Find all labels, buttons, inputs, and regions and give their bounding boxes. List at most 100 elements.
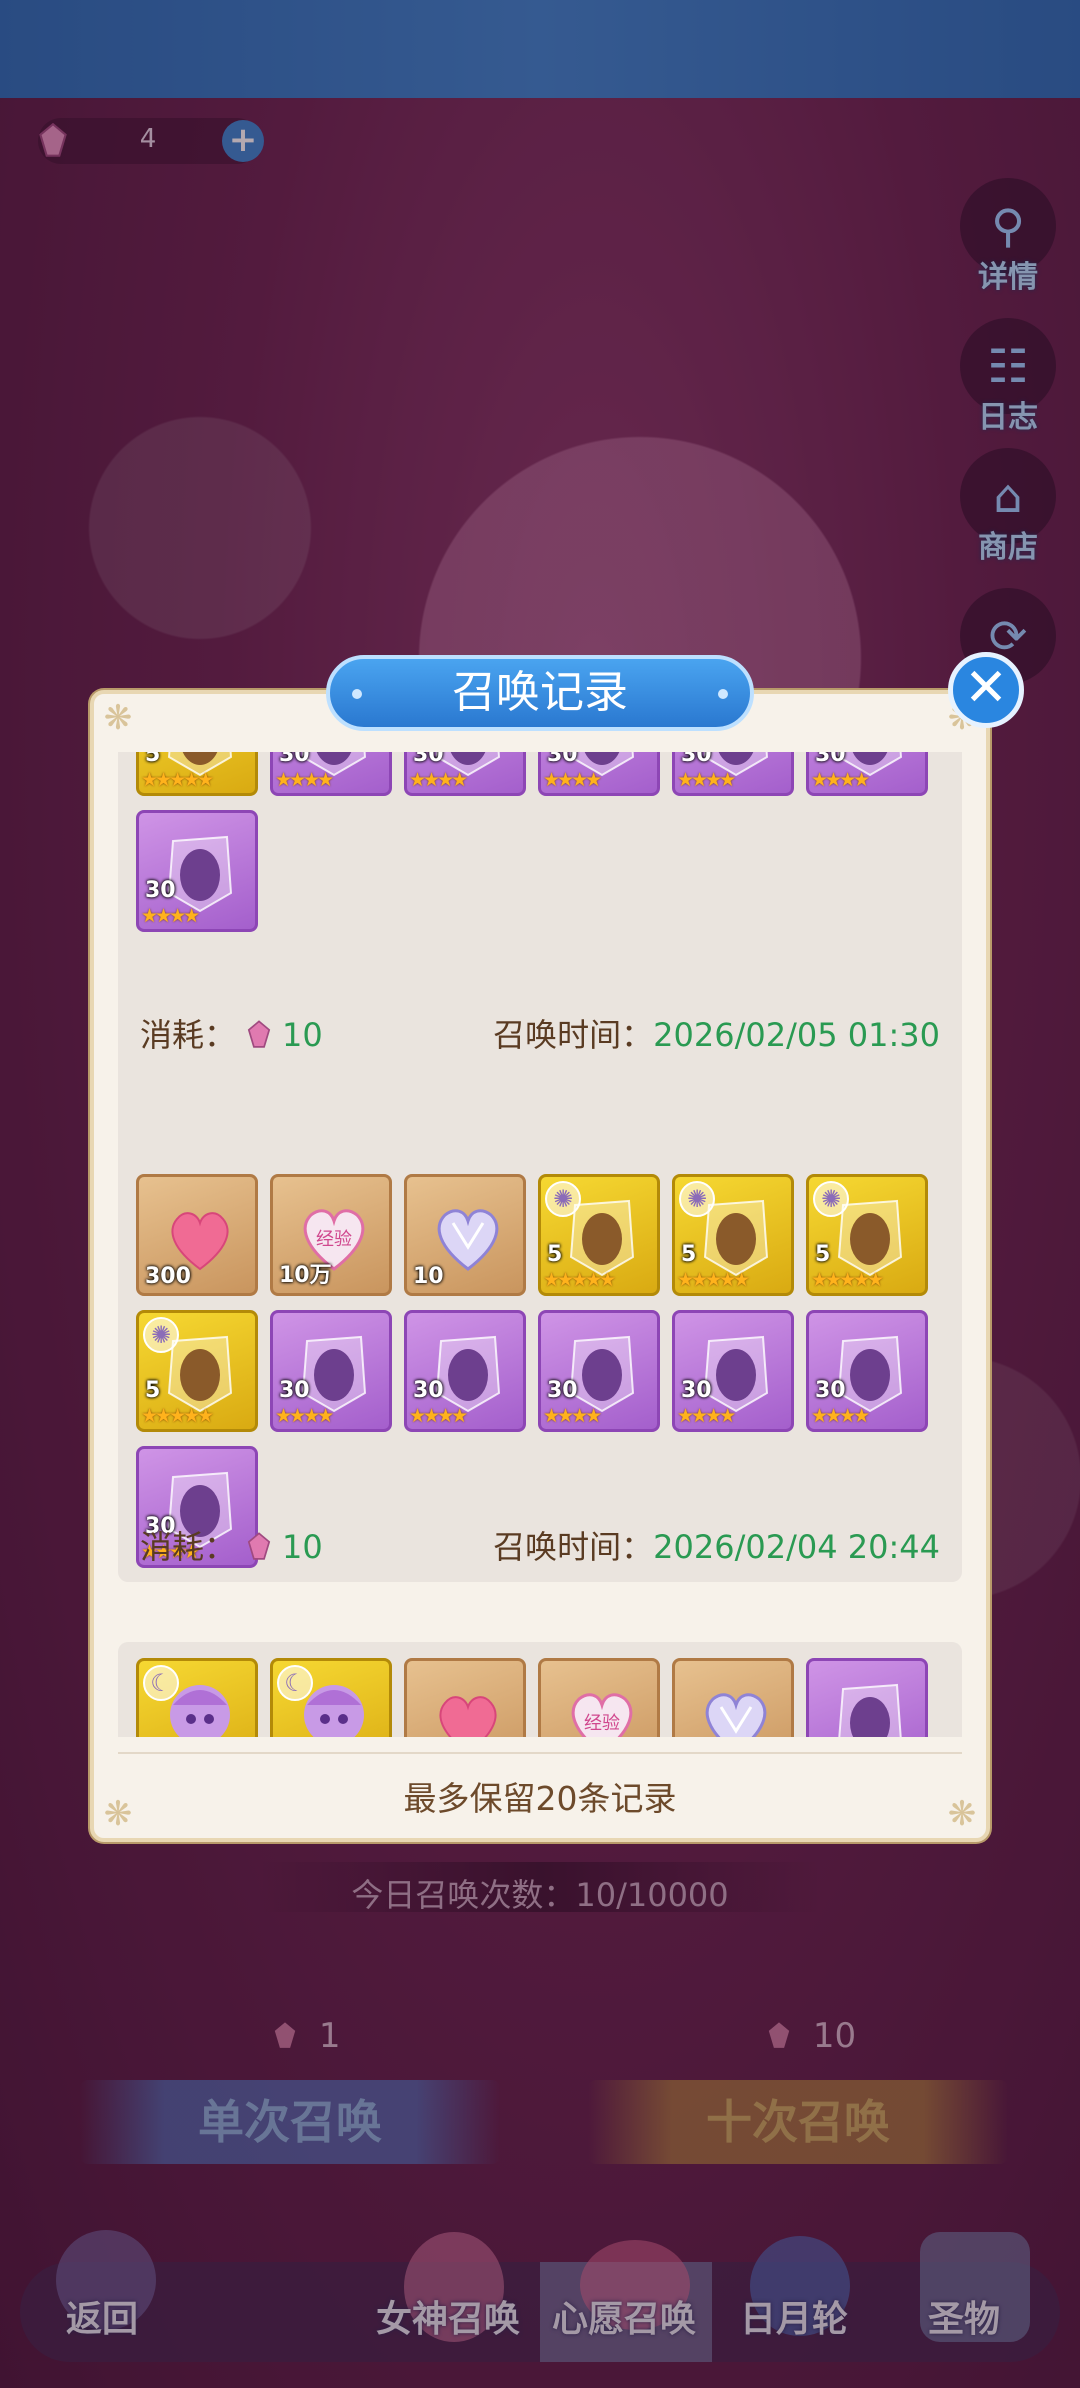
fragment-icon bbox=[297, 1327, 371, 1417]
reward-item-fragment[interactable]: 30 ★★★★ bbox=[404, 1310, 526, 1432]
star-rating: ★★★★ bbox=[543, 769, 602, 791]
reward-item-fragment[interactable]: 30 ★★★★ bbox=[806, 1310, 928, 1432]
star-rating: ★★★★ bbox=[141, 905, 200, 927]
pink-gem-icon bbox=[247, 1532, 271, 1560]
star-rating: ★★★★ bbox=[677, 1405, 736, 1427]
close-button[interactable]: ✕ bbox=[948, 652, 1024, 728]
cost-label: 消耗： bbox=[140, 1016, 237, 1054]
dialog-title-text: 召唤记录 bbox=[452, 667, 628, 718]
star-rating: ★★★★★ bbox=[141, 769, 214, 791]
item-quantity: 5 bbox=[145, 1378, 161, 1403]
cost-value: 10 bbox=[282, 1528, 323, 1566]
item-quantity: 30 bbox=[681, 1378, 712, 1403]
star-rating: ★★★★ bbox=[409, 769, 468, 791]
item-quantity: 30 bbox=[815, 1378, 846, 1403]
sun-badge-icon: ✺ bbox=[545, 1181, 581, 1217]
cost-value: 10 bbox=[282, 1016, 323, 1054]
exp-heart-icon: 经验 bbox=[565, 1675, 639, 1737]
reward-item-fragment[interactable]: ✺ 5 ★★★★★ bbox=[538, 1174, 660, 1296]
cost-label: 消耗： bbox=[140, 1528, 237, 1566]
star-rating: ★★★★ bbox=[811, 1405, 870, 1427]
reward-item-fragment[interactable]: 30 ★★★★ bbox=[404, 752, 526, 796]
item-quantity: 30 bbox=[413, 752, 444, 767]
moon-badge-icon: ☾ bbox=[277, 1665, 313, 1701]
item-quantity: 30 bbox=[815, 752, 846, 767]
reward-item-fragment[interactable]: 30 ★★★★ bbox=[270, 1310, 392, 1432]
item-quantity: 5 bbox=[815, 1242, 831, 1267]
item-quantity: 30 bbox=[279, 752, 310, 767]
record-card: ☾1☾1 经验 bbox=[118, 1642, 962, 1737]
reward-item-character[interactable]: ☾1 bbox=[136, 1658, 258, 1737]
star-rating: ★★★★ bbox=[275, 769, 334, 791]
star-rating: ★★★★★ bbox=[141, 1405, 214, 1427]
reward-item-fragment[interactable]: ✺ 5 ★★★★★ bbox=[136, 1310, 258, 1432]
dialog-title: 召唤记录 bbox=[326, 655, 754, 731]
star-rating: ★★★★ bbox=[811, 769, 870, 791]
item-quantity: 5 bbox=[681, 1242, 697, 1267]
reward-item-fragment[interactable]: 30 ★★★★ bbox=[270, 752, 392, 796]
record-cost: 消耗： 10 bbox=[140, 1010, 323, 1056]
record-time: 召唤时间：2026/02/04 20:44 bbox=[493, 1522, 940, 1568]
reward-item-fragment[interactable]: ✺ 5 ★★★★★ bbox=[806, 1174, 928, 1296]
svg-text:经验: 经验 bbox=[316, 1229, 352, 1250]
item-quantity: 300 bbox=[145, 1264, 191, 1289]
record-list[interactable]: ★★★★★★★★★★300经验10万105★★★★★☾5★★★★★30★★★★3… bbox=[118, 752, 962, 1737]
pink-gem-icon bbox=[247, 1020, 271, 1048]
reward-item-fragment[interactable]: 30 ★★★★ bbox=[806, 752, 928, 796]
record-limit-note: 最多保留20条记录 bbox=[403, 1779, 677, 1818]
fragment-icon bbox=[163, 827, 237, 917]
time-label: 召唤时间： bbox=[493, 1528, 654, 1566]
item-quantity: 30 bbox=[547, 1378, 578, 1403]
star-rating: ★★★★ bbox=[677, 769, 736, 791]
star-rating: ★★★★ bbox=[275, 1405, 334, 1427]
reward-item-exp-heart[interactable]: 经验 10万 bbox=[270, 1174, 392, 1296]
star-rating: ★★★★★ bbox=[811, 1269, 884, 1291]
reward-item-fragment[interactable]: 30 ★★★★ bbox=[538, 752, 660, 796]
reward-item-fragment[interactable] bbox=[806, 1658, 928, 1737]
star-rating: ★★★★★ bbox=[543, 1269, 616, 1291]
crystal-heart-icon bbox=[699, 1675, 773, 1737]
item-quantity: 10万 bbox=[279, 1263, 332, 1288]
fragment-icon bbox=[565, 1327, 639, 1417]
reward-item-heart[interactable]: 300 bbox=[136, 1174, 258, 1296]
reward-item-fragment[interactable]: 30 ★★★★ bbox=[136, 810, 258, 932]
reward-item-fragment[interactable]: 30 ★★★★ bbox=[672, 1310, 794, 1432]
item-quantity: 30 bbox=[547, 752, 578, 767]
item-quantity: 30 bbox=[413, 1378, 444, 1403]
reward-item-crystal-heart[interactable]: 10 bbox=[404, 1174, 526, 1296]
item-quantity: 5 bbox=[547, 1242, 563, 1267]
star-rating: ★★★★★ bbox=[677, 1269, 750, 1291]
sun-badge-icon: ✺ bbox=[143, 1317, 179, 1353]
reward-item-crystal-heart[interactable] bbox=[672, 1658, 794, 1737]
sun-badge-icon: ✺ bbox=[679, 1181, 715, 1217]
item-quantity: 30 bbox=[279, 1378, 310, 1403]
reward-item-exp-heart[interactable]: 经验 bbox=[538, 1658, 660, 1737]
item-quantity: 30 bbox=[681, 752, 712, 767]
title-ornament bbox=[718, 689, 728, 699]
reward-item-fragment[interactable]: ☾5★★★★★ bbox=[136, 752, 258, 796]
time-value: 2026/02/05 01:30 bbox=[653, 1016, 940, 1054]
star-rating: ★★★★ bbox=[543, 1405, 602, 1427]
reward-item-fragment[interactable]: 30 ★★★★ bbox=[672, 752, 794, 796]
title-ornament bbox=[352, 689, 362, 699]
fragment-icon bbox=[431, 1327, 505, 1417]
item-quantity: 10 bbox=[413, 1264, 444, 1289]
sun-badge-icon: ✺ bbox=[813, 1181, 849, 1217]
footer-divider bbox=[118, 1752, 962, 1754]
heart-icon bbox=[431, 1675, 505, 1737]
record-time: 召唤时间：2026/02/05 01:30 bbox=[493, 1010, 940, 1056]
fragment-icon bbox=[833, 1675, 907, 1737]
reward-item-heart[interactable] bbox=[404, 1658, 526, 1737]
record-card: 300 经验 10万 10 ✺ 5 ★★★★★ ✺ 5 ★★★★★ ✺ 5 ★★★★★ ✺ 5 ★★★★★ 30… bbox=[118, 1150, 962, 1582]
reward-item-fragment[interactable]: 30 ★★★★ bbox=[538, 1310, 660, 1432]
corner-ornament: ❋ bbox=[103, 698, 133, 738]
fragment-icon bbox=[699, 1327, 773, 1417]
record-cost: 消耗： 10 bbox=[140, 1522, 323, 1568]
star-rating: ★★★★ bbox=[409, 1405, 468, 1427]
time-value: 2026/02/04 20:44 bbox=[653, 1528, 940, 1566]
reward-item-character[interactable]: ☾1 bbox=[270, 1658, 392, 1737]
fragment-icon bbox=[833, 1327, 907, 1417]
item-quantity: 5 bbox=[145, 752, 161, 767]
reward-item-fragment[interactable]: ✺ 5 ★★★★★ bbox=[672, 1174, 794, 1296]
moon-badge-icon: ☾ bbox=[143, 1665, 179, 1701]
